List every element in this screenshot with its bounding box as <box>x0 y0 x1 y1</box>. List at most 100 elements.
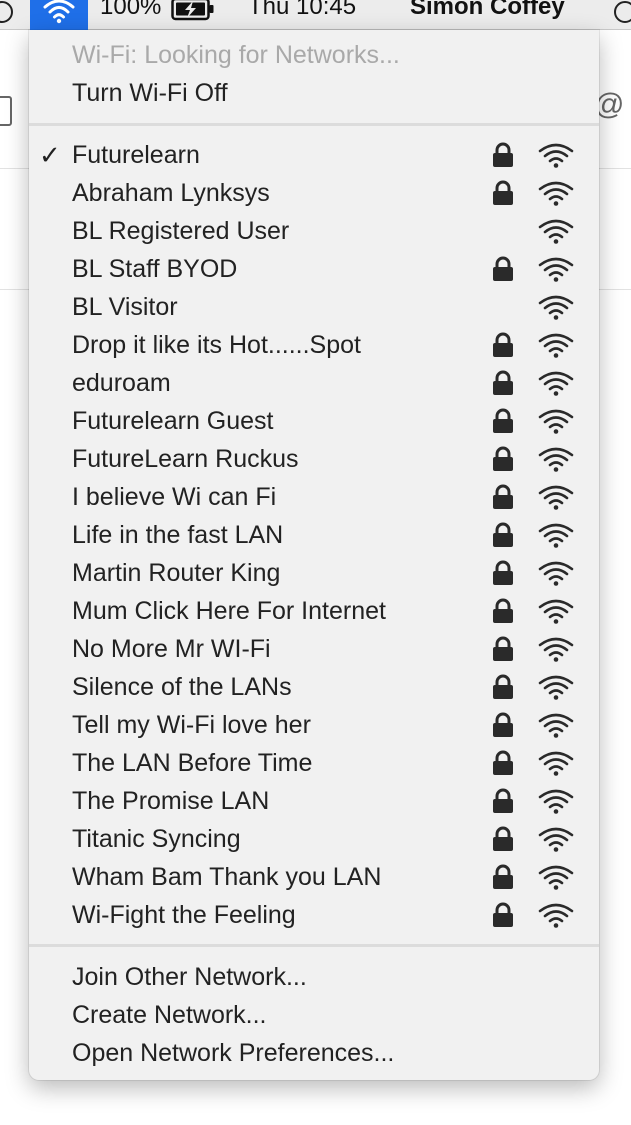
wifi-status: Wi-Fi: Looking for Networks... <box>29 36 599 74</box>
network-name: Silence of the LANs <box>72 673 292 701</box>
network-name: BL Visitor <box>72 293 178 321</box>
network-name: Drop it like its Hot......Spot <box>72 331 361 359</box>
network-item[interactable]: Futurelearn Guest <box>29 402 599 440</box>
network-item[interactable]: Titanic Syncing <box>29 820 599 858</box>
lock-icon <box>493 446 513 471</box>
list-icon <box>0 96 12 126</box>
network-item[interactable]: Wi-Fight the Feeling <box>29 896 599 934</box>
network-name: FutureLearn Ruckus <box>72 445 299 473</box>
network-item[interactable]: The LAN Before Time <box>29 744 599 782</box>
wifi-icon <box>43 0 75 24</box>
network-name: Futurelearn Guest <box>72 407 274 435</box>
lock-icon <box>493 484 513 509</box>
wifi-status-text: Wi-Fi: Looking for Networks... <box>72 41 400 69</box>
join-other-network-item[interactable]: Join Other Network... <box>29 958 599 996</box>
wifi-signal-icon <box>538 371 574 396</box>
lock-icon <box>493 864 513 889</box>
network-name: BL Registered User <box>72 217 290 245</box>
time-machine-icon[interactable] <box>0 1 13 23</box>
wifi-signal-icon <box>538 865 574 890</box>
network-name: eduroam <box>72 369 171 397</box>
battery-charging-icon[interactable] <box>171 0 215 21</box>
network-name: Martin Router King <box>72 559 281 587</box>
open-network-preferences-item[interactable]: Open Network Preferences... <box>29 1034 599 1072</box>
turn-wifi-off-item[interactable]: Turn Wi-Fi Off <box>29 74 599 112</box>
checkmark-icon: ✓ <box>39 140 61 170</box>
network-item[interactable]: Mum Click Here For Internet <box>29 592 599 630</box>
lock-icon <box>493 142 513 167</box>
network-name: Wi-Fight the Feeling <box>72 901 296 929</box>
notification-center-icon[interactable] <box>614 1 631 23</box>
menu-bar: 100% Thu 10:45 Simon Coffey <box>0 0 631 30</box>
wifi-signal-icon <box>538 143 574 168</box>
wifi-signal-icon <box>538 295 574 320</box>
network-item[interactable]: Abraham Lynksys <box>29 174 599 212</box>
network-name: The LAN Before Time <box>72 749 313 777</box>
network-name: Abraham Lynksys <box>72 179 270 207</box>
network-item[interactable]: Life in the fast LAN <box>29 516 599 554</box>
network-name: Futurelearn <box>72 141 200 169</box>
wifi-signal-icon <box>538 789 574 814</box>
network-name: Titanic Syncing <box>72 825 241 853</box>
lock-icon <box>493 256 513 281</box>
wifi-signal-icon <box>538 333 574 358</box>
lock-icon <box>493 522 513 547</box>
menu-separator <box>29 123 599 126</box>
wifi-signal-icon <box>538 181 574 206</box>
network-item[interactable]: BL Registered User <box>29 212 599 250</box>
lock-icon <box>493 408 513 433</box>
wifi-signal-icon <box>538 599 574 624</box>
network-item[interactable]: Martin Router King <box>29 554 599 592</box>
menu-separator <box>29 944 599 947</box>
user-menu[interactable]: Simon Coffey <box>410 0 565 21</box>
lock-icon <box>493 180 513 205</box>
wifi-signal-icon <box>538 561 574 586</box>
network-item[interactable]: Wham Bam Thank you LAN <box>29 858 599 896</box>
network-name: Wham Bam Thank you LAN <box>72 863 382 891</box>
wifi-signal-icon <box>538 523 574 548</box>
network-item[interactable]: eduroam <box>29 364 599 402</box>
network-item[interactable]: BL Visitor <box>29 288 599 326</box>
network-name: I believe Wi can Fi <box>72 483 277 511</box>
open-network-preferences-label: Open Network Preferences... <box>72 1039 395 1067</box>
lock-icon <box>493 636 513 661</box>
network-item[interactable]: BL Staff BYOD <box>29 250 599 288</box>
network-name: No More Mr WI-Fi <box>72 635 271 663</box>
join-other-network-label: Join Other Network... <box>72 963 307 991</box>
lock-icon <box>493 598 513 623</box>
wifi-dropdown-menu: Wi-Fi: Looking for Networks... Turn Wi-F… <box>29 30 599 1080</box>
network-name: Mum Click Here For Internet <box>72 597 386 625</box>
create-network-label: Create Network... <box>72 1001 267 1029</box>
lock-icon <box>493 332 513 357</box>
network-name: BL Staff BYOD <box>72 255 238 283</box>
lock-icon <box>493 750 513 775</box>
wifi-signal-icon <box>538 637 574 662</box>
lock-icon <box>493 560 513 585</box>
create-network-item[interactable]: Create Network... <box>29 996 599 1034</box>
network-name: Life in the fast LAN <box>72 521 284 549</box>
wifi-signal-icon <box>538 447 574 472</box>
lock-icon <box>493 674 513 699</box>
wifi-menu-button[interactable] <box>30 0 88 30</box>
wifi-signal-icon <box>538 903 574 928</box>
network-item[interactable]: ✓ Futurelearn <box>29 136 599 174</box>
lock-icon <box>493 788 513 813</box>
wifi-signal-icon <box>538 827 574 852</box>
network-item[interactable]: The Promise LAN <box>29 782 599 820</box>
network-item[interactable]: Tell my Wi-Fi love her <box>29 706 599 744</box>
network-item[interactable]: No More Mr WI-Fi <box>29 630 599 668</box>
network-item[interactable]: Drop it like its Hot......Spot <box>29 326 599 364</box>
network-item[interactable]: Silence of the LANs <box>29 668 599 706</box>
network-item[interactable]: I believe Wi can Fi <box>29 478 599 516</box>
wifi-signal-icon <box>538 713 574 738</box>
turn-wifi-off-label: Turn Wi-Fi Off <box>72 79 228 107</box>
wifi-signal-icon <box>538 219 574 244</box>
battery-percent[interactable]: 100% <box>100 0 161 21</box>
wifi-signal-icon <box>538 257 574 282</box>
network-item[interactable]: FutureLearn Ruckus <box>29 440 599 478</box>
wifi-signal-icon <box>538 675 574 700</box>
menubar-clock[interactable]: Thu 10:45 <box>248 0 356 21</box>
network-name: The Promise LAN <box>72 787 270 815</box>
network-name: Tell my Wi-Fi love her <box>72 711 311 739</box>
wifi-signal-icon <box>538 751 574 776</box>
